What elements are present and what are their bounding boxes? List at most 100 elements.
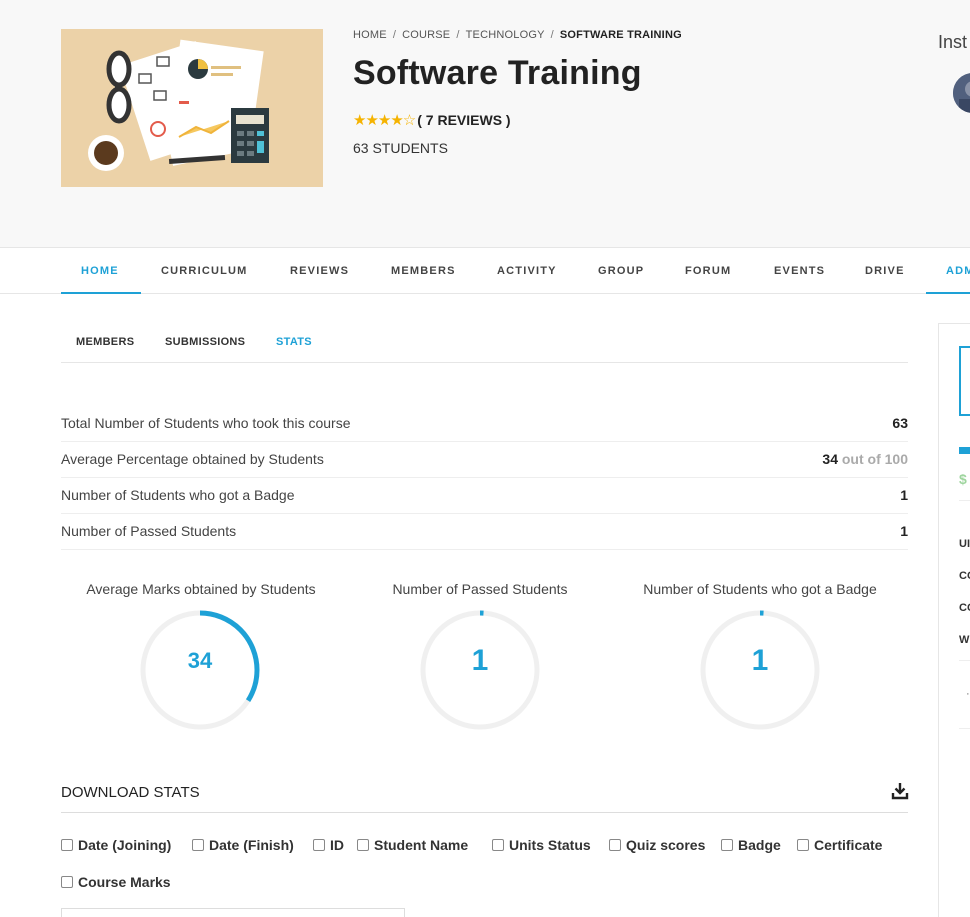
stat-suffix: out of 100 bbox=[841, 451, 908, 467]
nav-active-indicator bbox=[61, 292, 141, 294]
stat-value: 1 bbox=[900, 523, 908, 539]
checkbox-units-status[interactable]: Units Status bbox=[492, 837, 591, 853]
checkbox-label: Units Status bbox=[509, 837, 591, 853]
gauge-value: 1 bbox=[751, 644, 769, 677]
checkbox-badge[interactable]: Badge bbox=[721, 837, 781, 853]
checkbox-student-name[interactable]: Student Name bbox=[357, 837, 468, 853]
gauge-value: 34 bbox=[187, 648, 213, 673]
gauge-title: Number of Students who got a Badge bbox=[643, 581, 877, 597]
student-count: 63 STUDENTS bbox=[353, 140, 448, 156]
download-icon[interactable] bbox=[891, 782, 909, 800]
divider bbox=[959, 660, 970, 661]
nav-admin[interactable]: ADM bbox=[946, 248, 970, 294]
stat-number: 34 bbox=[822, 451, 838, 467]
gauge-title: Average Marks obtained by Students bbox=[86, 581, 316, 597]
checkbox-box[interactable] bbox=[492, 839, 504, 851]
gauge-title: Number of Passed Students bbox=[392, 581, 568, 597]
stat-value: 63 bbox=[892, 415, 908, 431]
stat-number: 1 bbox=[900, 523, 908, 539]
checkbox-box[interactable] bbox=[192, 839, 204, 851]
breadcrumb-technology[interactable]: TECHNOLOGY bbox=[466, 29, 545, 41]
nav-drive[interactable]: DRIVE bbox=[865, 248, 905, 294]
checkbox-label: Quiz scores bbox=[626, 837, 706, 853]
breadcrumb-home[interactable]: HOME bbox=[353, 29, 387, 41]
subnav-stats[interactable]: STATS bbox=[276, 336, 312, 348]
checkbox-date-finish[interactable]: Date (Finish) bbox=[192, 837, 294, 853]
nav-forum[interactable]: FORUM bbox=[685, 248, 731, 294]
download-stats-title: DOWNLOAD STATS bbox=[61, 784, 200, 801]
checkbox-certificate[interactable]: Certificate bbox=[797, 837, 882, 853]
nav-members[interactable]: MEMBERS bbox=[391, 248, 456, 294]
stat-row: Number of Students who got a Badge 1 bbox=[61, 478, 908, 514]
checkbox-label: Date (Joining) bbox=[78, 837, 172, 853]
sidebar-item[interactable]: CC bbox=[959, 602, 970, 614]
checkbox-label: ID bbox=[330, 837, 344, 853]
gauge-value: 1 bbox=[471, 644, 489, 677]
divider bbox=[959, 500, 970, 501]
admin-sub-nav: MEMBERS SUBMISSIONS STATS bbox=[61, 325, 908, 363]
stat-value: 1 bbox=[900, 487, 908, 503]
breadcrumb: HOME / COURSE / TECHNOLOGY / SOFTWARE TRAINING bbox=[353, 29, 682, 41]
subnav-members[interactable]: MEMBERS bbox=[76, 336, 134, 348]
checkbox-id[interactable]: ID bbox=[313, 837, 344, 853]
stat-number: 1 bbox=[900, 487, 908, 503]
course-main-nav: HOME CURRICULUM REVIEWS MEMBERS ACTIVITY… bbox=[0, 247, 970, 294]
checkbox-label: Date (Finish) bbox=[209, 837, 294, 853]
checkbox-box[interactable] bbox=[721, 839, 733, 851]
checkbox-course-marks[interactable]: Course Marks bbox=[61, 874, 171, 890]
stat-value: 34 out of 100 bbox=[822, 451, 908, 467]
nav-activity[interactable]: ACTIVITY bbox=[497, 248, 557, 294]
sidebar-item[interactable]: CC bbox=[959, 570, 970, 582]
checkbox-box[interactable] bbox=[61, 839, 73, 851]
sidebar-item[interactable]: UI bbox=[959, 538, 970, 550]
divider bbox=[959, 728, 970, 729]
stat-row: Average Percentage obtained by Students … bbox=[61, 442, 908, 478]
checkbox-label: Course Marks bbox=[78, 874, 171, 890]
checkbox-box[interactable] bbox=[797, 839, 809, 851]
sidebar-footer: · bbox=[966, 688, 970, 700]
breadcrumb-separator: / bbox=[550, 29, 554, 41]
stat-row: Total Number of Students who took this c… bbox=[61, 406, 908, 442]
checkbox-date-joining[interactable]: Date (Joining) bbox=[61, 837, 171, 853]
sidebar-progress-bar bbox=[959, 447, 970, 454]
star-rating-icon: ★★★★☆ bbox=[353, 112, 416, 129]
sidebar-item[interactable]: W bbox=[959, 634, 969, 646]
checkbox-label: Badge bbox=[738, 837, 781, 853]
sidebar-price: $ bbox=[959, 471, 967, 487]
instructor-label: Inst bbox=[938, 32, 968, 52]
breadcrumb-separator: / bbox=[456, 29, 460, 41]
subnav-submissions[interactable]: SUBMISSIONS bbox=[165, 336, 245, 348]
instructor-avatar[interactable] bbox=[953, 73, 970, 113]
sidebar-widget-frame[interactable] bbox=[959, 346, 970, 416]
stat-label: Number of Passed Students bbox=[61, 523, 237, 539]
breadcrumb-current: SOFTWARE TRAINING bbox=[559, 29, 682, 41]
stat-row: Number of Passed Students 1 bbox=[61, 514, 908, 550]
course-sidebar: $ UI CC CC W · bbox=[938, 323, 970, 917]
checkbox-box[interactable] bbox=[357, 839, 369, 851]
divider bbox=[61, 812, 908, 813]
stat-label: Number of Students who got a Badge bbox=[61, 487, 295, 503]
checkbox-quiz-scores[interactable]: Quiz scores bbox=[609, 837, 705, 853]
checkbox-box[interactable] bbox=[313, 839, 325, 851]
checkbox-label: Student Name bbox=[374, 837, 469, 853]
avatar-image-icon bbox=[953, 73, 970, 113]
nav-curriculum[interactable]: CURRICULUM bbox=[161, 248, 248, 294]
stat-label: Average Percentage obtained by Students bbox=[61, 451, 324, 467]
checkbox-box[interactable] bbox=[61, 876, 73, 888]
download-select[interactable] bbox=[61, 908, 405, 917]
nav-group[interactable]: GROUP bbox=[598, 248, 644, 294]
nav-active-indicator bbox=[926, 292, 970, 294]
breadcrumb-separator: / bbox=[392, 29, 397, 41]
nav-home[interactable]: HOME bbox=[81, 248, 119, 294]
stat-number: 63 bbox=[892, 415, 908, 431]
course-thumbnail[interactable] bbox=[61, 29, 323, 187]
nav-reviews[interactable]: REVIEWS bbox=[290, 248, 349, 294]
checkbox-box[interactable] bbox=[609, 839, 621, 851]
checkbox-label: Certificate bbox=[814, 837, 883, 853]
nav-events[interactable]: EVENTS bbox=[774, 248, 825, 294]
review-count[interactable]: ( 7 REVIEWS ) bbox=[417, 112, 510, 128]
course-title: Software Training bbox=[353, 54, 642, 92]
course-header: HOME / COURSE / TECHNOLOGY / SOFTWARE TRAINING… bbox=[0, 0, 970, 247]
stat-label: Total Number of Students who took this c… bbox=[61, 415, 351, 431]
breadcrumb-course[interactable]: COURSE bbox=[402, 29, 450, 41]
